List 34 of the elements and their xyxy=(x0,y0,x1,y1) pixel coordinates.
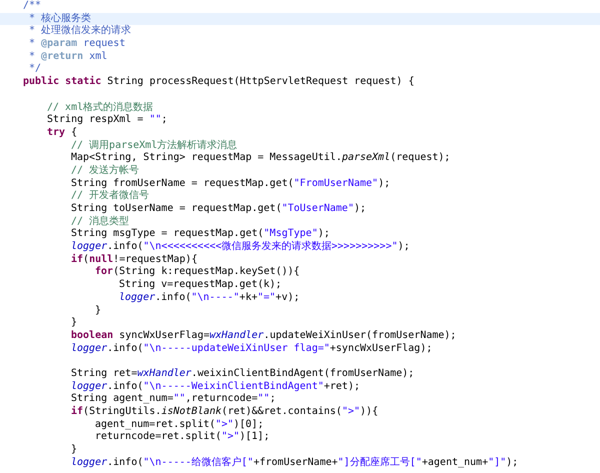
code-line: try { xyxy=(46,126,78,140)
code-line: for(String k:requestMap.keySet()){ xyxy=(94,266,301,279)
code-line: String msgType = requestMap.get("MsgType"); xyxy=(70,228,331,240)
code-line: public static String processRequest(HttpServletRequest request) { xyxy=(22,76,416,89)
code-line: // 开发者微信号 xyxy=(70,190,150,203)
code-line: logger.info("\n<<<<<<<<<<微信服务发来的请求数据>>>>>>>>>>"); xyxy=(70,241,411,254)
code-line: logger.info("\n-----WeixinClientBindAgent"+ret); xyxy=(70,380,361,393)
code-line: * 处理微信发来的请求 xyxy=(28,25,132,38)
code-line: if(null!=requestMap){ xyxy=(70,254,198,266)
code-line: boolean syncWxUserFlag=wxHandler.updateWeiXinUser(fromUserName); xyxy=(70,330,458,343)
code-line: } xyxy=(94,304,102,318)
code-line: // 调用parseXml方法解析请求消息 xyxy=(70,140,238,152)
code-line: String v=requestMap.get(k); xyxy=(118,279,283,292)
code-line: String fromUserName = requestMap.get("FromUserName"); xyxy=(70,178,392,190)
code-line: logger.info("\n-----给微信客户["+fromUserName+"]分配座席工号["+agent_num+"]"); xyxy=(70,456,520,470)
code-line: if(StringUtils.isNotBlank(ret)&&ret.contains(">")){ xyxy=(70,406,380,419)
code-line: */ xyxy=(28,63,42,76)
code-line: agent_num=ret.split(">")[0]; xyxy=(94,418,265,431)
code-line: } xyxy=(70,317,78,330)
code-line: // 消息类型 xyxy=(70,216,130,228)
code-line: * @param request xyxy=(28,38,126,51)
code-line: logger.info("\n----"+k+"="+v); xyxy=(118,292,301,304)
code-line: returncode=ret.split(">")[1]; xyxy=(94,431,271,444)
code-line: // 发送方帐号 xyxy=(70,164,140,178)
code-line: String toUserName = requestMap.get("ToUserName"); xyxy=(70,203,368,216)
code-line: String respXml = ""; xyxy=(46,114,168,127)
code-line: * @return xml xyxy=(28,50,108,64)
code-line: Map<String, String> requestMap = MessageUtil.parseXml(request); xyxy=(70,152,452,164)
code-line: logger.info("\n-----updateWeiXinUser flag="+syncWxUserFlag); xyxy=(70,342,434,356)
code-line: // xml格式的消息数据 xyxy=(46,102,154,114)
code-line: String agent_num="",returncode=""; xyxy=(70,393,277,406)
code-line: /** xyxy=(22,0,42,12)
code-line: String ret=wxHandler.weixinClientBindAgent(fromUserName); xyxy=(70,368,416,381)
code-line: } xyxy=(70,444,78,457)
